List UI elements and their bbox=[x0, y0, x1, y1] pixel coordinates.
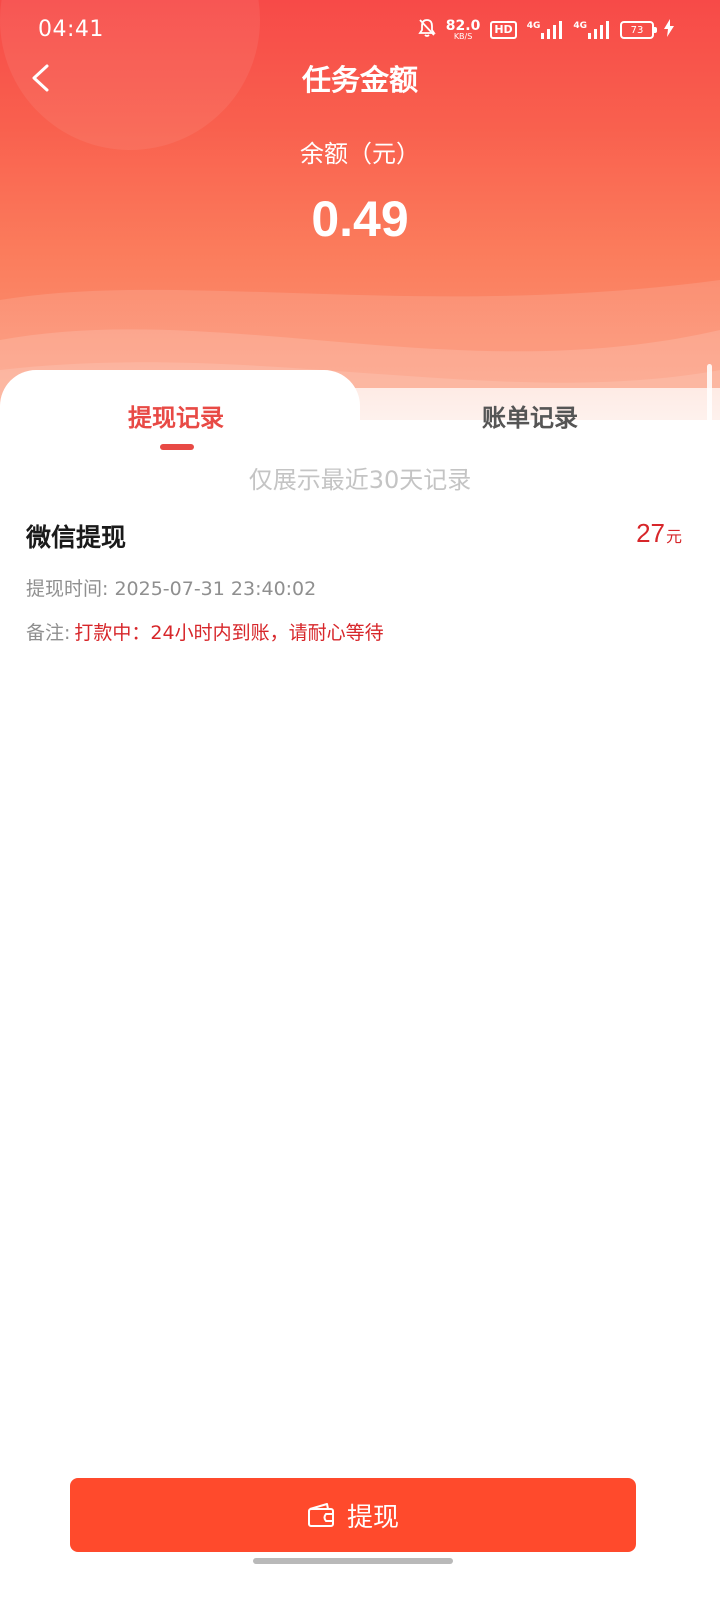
records-range-note: 仅展示最近30天记录 bbox=[248, 466, 472, 494]
withdraw-button-label: 提现 bbox=[346, 1502, 399, 1533]
balance-value: 0.49 bbox=[311, 191, 409, 247]
record-amount-unit: 元 bbox=[665, 527, 682, 546]
signal-4g-icon: 4G bbox=[573, 21, 610, 39]
active-tab-indicator bbox=[160, 444, 194, 450]
page-title: 任务金额 bbox=[301, 63, 418, 97]
record-amount-value: 27 bbox=[636, 518, 665, 548]
status-time: 04:41 bbox=[38, 17, 104, 42]
tab-bill-records[interactable]: 账单记录 bbox=[482, 398, 578, 433]
record-tabs: 提现记录 账单记录 仅展示最近30天记录 bbox=[0, 370, 720, 500]
list-item[interactable]: 微信提现 27 元 提现时间: 2025-07-31 23:40:02 备注: … bbox=[0, 512, 720, 652]
status-icons: 82.0 KB/S HD 4G 4G 73 bbox=[418, 18, 674, 42]
signal-network-label: 4G bbox=[573, 21, 587, 31]
record-note: 备注: 打款中：24小时内到账，请耐心等待 bbox=[26, 618, 384, 645]
hd-icon: HD bbox=[490, 21, 517, 39]
record-title: 微信提现 bbox=[26, 523, 127, 552]
record-time: 提现时间: 2025-07-31 23:40:02 bbox=[26, 578, 317, 600]
record-note-label: 备注: bbox=[26, 622, 71, 644]
screen: 04:41 82.0 KB/S HD 4G 4G 73 任务金额 余额（元） 0… bbox=[0, 0, 720, 1600]
network-speed: 82.0 KB/S bbox=[446, 19, 481, 41]
battery-icon: 73 bbox=[620, 21, 657, 39]
withdraw-button[interactable]: 提现 bbox=[70, 1478, 636, 1552]
record-amount: 27 元 bbox=[636, 518, 682, 549]
signal-network-label: 4G bbox=[526, 21, 541, 31]
tab-withdraw-records[interactable]: 提现记录 bbox=[128, 398, 224, 433]
balance-label: 余额（元） bbox=[300, 140, 420, 168]
header-banner: 04:41 82.0 KB/S HD 4G 4G 73 任务金额 余额（元） 0… bbox=[0, 0, 720, 420]
bell-muted-icon bbox=[418, 18, 436, 42]
status-bar: 04:41 82.0 KB/S HD 4G 4G 73 bbox=[0, 0, 720, 60]
signal-4g-icon: 4G bbox=[527, 21, 564, 39]
wallet-icon bbox=[307, 1502, 335, 1528]
network-speed-value: 82.0 bbox=[445, 18, 481, 34]
network-speed-unit: KB/S bbox=[453, 32, 473, 41]
record-note-text: 打款中：24小时内到账，请耐心等待 bbox=[74, 622, 384, 644]
charging-icon bbox=[664, 19, 674, 41]
home-indicator[interactable] bbox=[253, 1558, 453, 1564]
